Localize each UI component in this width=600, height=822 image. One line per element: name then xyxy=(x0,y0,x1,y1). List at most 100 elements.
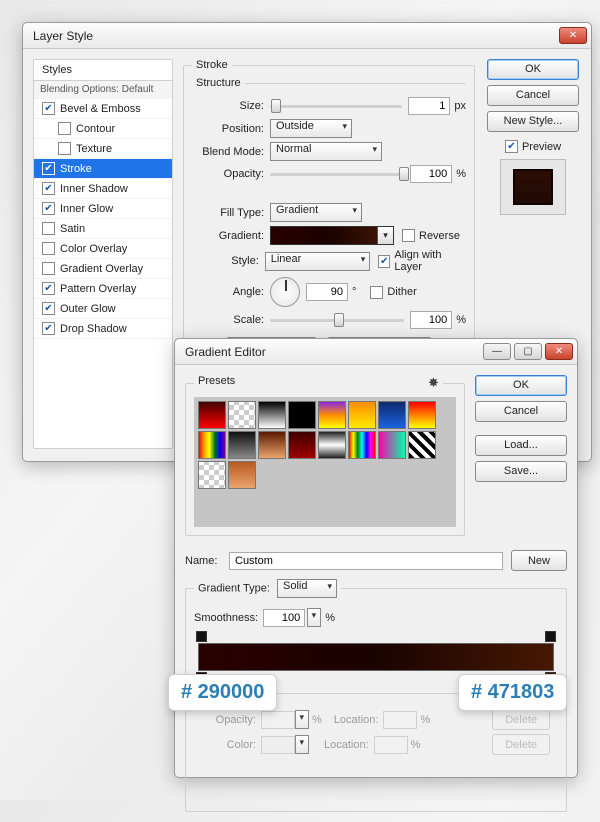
hex-callout-left: # 290000 xyxy=(168,674,277,711)
preset-swatch[interactable] xyxy=(288,431,316,459)
layer-style-titlebar[interactable]: Layer Style ✕ xyxy=(23,23,591,49)
blendmode-dropdown[interactable]: Normal xyxy=(270,142,382,161)
preset-swatch[interactable] xyxy=(378,431,406,459)
style-item-gradient-overlay[interactable]: Gradient Overlay xyxy=(34,259,172,279)
stroke-fieldset: Stroke Structure Size: px Position: Outs… xyxy=(183,59,475,371)
checkbox-icon[interactable]: ✔ xyxy=(42,322,55,335)
opacity-stop-right[interactable] xyxy=(545,631,556,642)
preview-checkbox[interactable]: ✔Preview xyxy=(505,140,561,153)
ge-load-button[interactable]: Load... xyxy=(475,435,567,456)
checkbox-icon[interactable]: ✔ xyxy=(42,302,55,315)
checkbox-icon[interactable]: ✔ xyxy=(42,202,55,215)
scale-label: Scale: xyxy=(192,314,264,326)
style-item-inner-glow[interactable]: ✔ Inner Glow xyxy=(34,199,172,219)
style-item-contour[interactable]: Contour xyxy=(34,119,172,139)
preset-swatch[interactable] xyxy=(198,401,226,429)
position-dropdown[interactable]: Outside xyxy=(270,119,352,138)
angle-label: Angle: xyxy=(192,286,264,298)
gradtype-dropdown[interactable]: Solid xyxy=(277,579,337,598)
close-icon[interactable]: ✕ xyxy=(545,343,573,360)
preset-swatch[interactable] xyxy=(408,431,436,459)
angle-dial[interactable] xyxy=(270,277,300,307)
style-item-stroke[interactable]: ✔ Stroke xyxy=(34,159,172,179)
checkbox-icon[interactable]: ✔ xyxy=(42,162,55,175)
preset-swatch[interactable] xyxy=(198,461,226,489)
angle-unit: ° xyxy=(352,286,356,298)
name-input[interactable] xyxy=(229,552,503,570)
opacity-stop-left[interactable] xyxy=(196,631,207,642)
preset-swatch[interactable] xyxy=(198,431,226,459)
style-item-outer-glow[interactable]: ✔Outer Glow xyxy=(34,299,172,319)
preset-swatch[interactable] xyxy=(318,431,346,459)
preset-swatch[interactable] xyxy=(228,431,256,459)
reverse-checkbox[interactable]: Reverse xyxy=(402,229,460,242)
angle-input[interactable] xyxy=(306,283,348,301)
checkbox-icon[interactable] xyxy=(42,242,55,255)
opacity-slider[interactable] xyxy=(270,165,404,183)
smoothness-label: Smoothness: xyxy=(194,612,258,624)
style-item-pattern-overlay[interactable]: ✔Pattern Overlay xyxy=(34,279,172,299)
ge-ok-button[interactable]: OK xyxy=(475,375,567,396)
style-item-texture[interactable]: Texture xyxy=(34,139,172,159)
checkbox-icon[interactable]: ✔ xyxy=(42,282,55,295)
new-style-button[interactable]: New Style... xyxy=(487,111,579,132)
align-checkbox[interactable]: ✔Align with Layer xyxy=(378,249,466,273)
stop-location2-label: Location: xyxy=(324,739,369,751)
filltype-label: Fill Type: xyxy=(192,207,264,219)
blending-options-default[interactable]: Blending Options: Default xyxy=(34,81,172,99)
minimize-icon[interactable]: — xyxy=(483,343,511,360)
preset-swatch[interactable] xyxy=(348,431,376,459)
close-icon[interactable]: ✕ xyxy=(559,27,587,44)
preset-swatch[interactable] xyxy=(288,401,316,429)
smoothness-input[interactable] xyxy=(263,609,305,627)
checkbox-icon[interactable] xyxy=(42,222,55,235)
filltype-dropdown[interactable]: Gradient xyxy=(270,203,362,222)
checkbox-icon[interactable] xyxy=(58,122,71,135)
preset-swatch[interactable] xyxy=(258,401,286,429)
gear-icon[interactable]: ✸ xyxy=(428,375,439,391)
dither-checkbox[interactable]: Dither xyxy=(370,286,416,299)
ge-save-button[interactable]: Save... xyxy=(475,461,567,482)
maximize-icon[interactable]: ▢ xyxy=(514,343,542,360)
gradient-bar[interactable] xyxy=(198,643,554,671)
checkbox-icon[interactable] xyxy=(42,262,55,275)
gradient-editor-titlebar[interactable]: Gradient Editor — ▢ ✕ xyxy=(175,339,577,365)
opacity-input[interactable] xyxy=(410,165,452,183)
gradient-editor-window: Gradient Editor — ▢ ✕ Presets ✸ OK Cance… xyxy=(174,338,578,778)
size-slider[interactable] xyxy=(270,97,402,115)
stop-location-input xyxy=(383,711,417,729)
style-dropdown[interactable]: Linear xyxy=(265,252,371,271)
checkbox-icon[interactable] xyxy=(58,142,71,155)
style-item-label: Texture xyxy=(76,143,112,155)
stop-color-swatch xyxy=(261,736,295,754)
style-item-color-overlay[interactable]: Color Overlay xyxy=(34,239,172,259)
ok-button[interactable]: OK xyxy=(487,59,579,80)
preset-swatch[interactable] xyxy=(228,401,256,429)
style-label: Style: xyxy=(192,255,259,267)
size-label: Size: xyxy=(192,100,264,112)
style-item-inner-shadow[interactable]: ✔Inner Shadow xyxy=(34,179,172,199)
new-button[interactable]: New xyxy=(511,550,567,571)
style-item-bevel-emboss[interactable]: ✔Bevel & Emboss xyxy=(34,99,172,119)
style-item-label: Inner Glow xyxy=(60,203,113,215)
style-item-satin[interactable]: Satin xyxy=(34,219,172,239)
preset-swatch[interactable] xyxy=(348,401,376,429)
preset-swatch[interactable] xyxy=(258,431,286,459)
opacity-label: Opacity: xyxy=(192,168,264,180)
smoothness-stepper[interactable] xyxy=(307,608,321,627)
scale-slider[interactable] xyxy=(270,311,404,329)
style-item-label: Stroke xyxy=(60,163,92,175)
gradient-swatch-dropdown[interactable]: ▾ xyxy=(270,226,394,245)
preset-swatch[interactable] xyxy=(378,401,406,429)
style-item-drop-shadow[interactable]: ✔Drop Shadow xyxy=(34,319,172,339)
scale-input[interactable] xyxy=(410,311,452,329)
ge-cancel-button[interactable]: Cancel xyxy=(475,401,567,422)
preset-swatch[interactable] xyxy=(318,401,346,429)
preset-swatch[interactable] xyxy=(408,401,436,429)
gradient-label: Gradient: xyxy=(192,230,264,242)
cancel-button[interactable]: Cancel xyxy=(487,85,579,106)
preset-swatch[interactable] xyxy=(228,461,256,489)
checkbox-icon[interactable]: ✔ xyxy=(42,102,55,115)
checkbox-icon[interactable]: ✔ xyxy=(42,182,55,195)
size-input[interactable] xyxy=(408,97,450,115)
